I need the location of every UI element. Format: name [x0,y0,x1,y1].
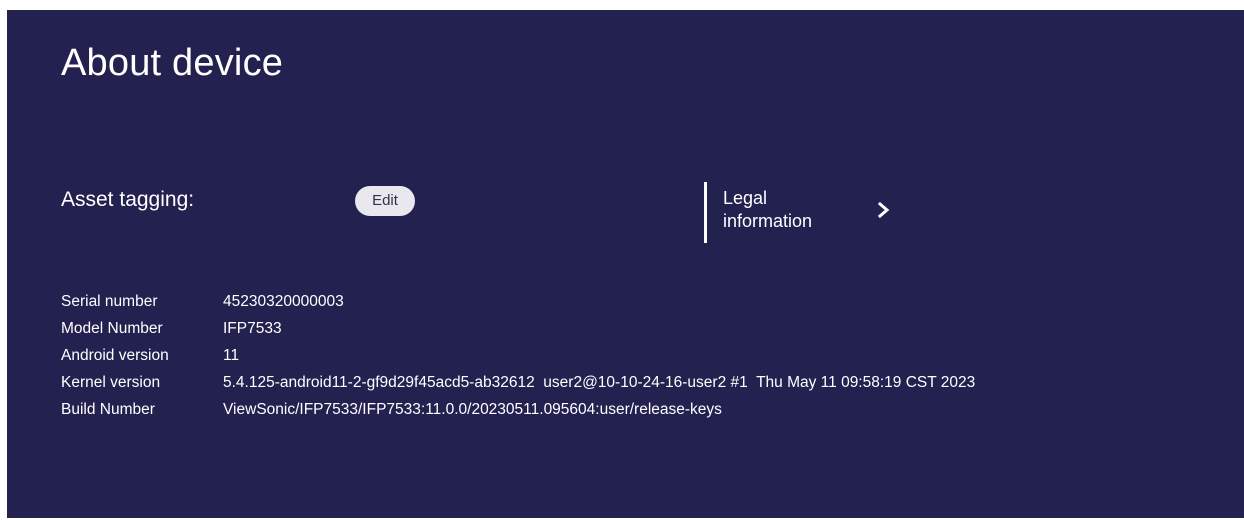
page-title: About device [61,42,284,84]
info-value: ViewSonic/IFP7533/IFP7533:11.0.0/2023051… [223,401,722,418]
info-value: IFP7533 [223,320,282,337]
info-key: Model Number [61,320,163,337]
info-key: Kernel version [61,374,161,391]
info-value: 5.4.125-android11-2-gf9d29f45acd5-ab3261… [223,374,976,391]
asset-tagging-label: Asset tagging: [61,188,195,211]
info-key: Android version [61,347,169,364]
info-key: Build Number [61,401,155,418]
chevron-right-icon [877,201,890,219]
edit-asset-tag-button[interactable]: Edit [355,186,415,216]
legal-information-link[interactable]: Legal information [723,187,903,243]
legal-divider [704,182,707,243]
info-value: 45230320000003 [223,293,344,310]
info-value: 11 [223,347,240,364]
legal-information-label: Legal information [723,188,813,231]
about-device-panel: About device Asset tagging: Edit Legal i… [7,10,1244,518]
info-key: Serial number [61,293,158,310]
